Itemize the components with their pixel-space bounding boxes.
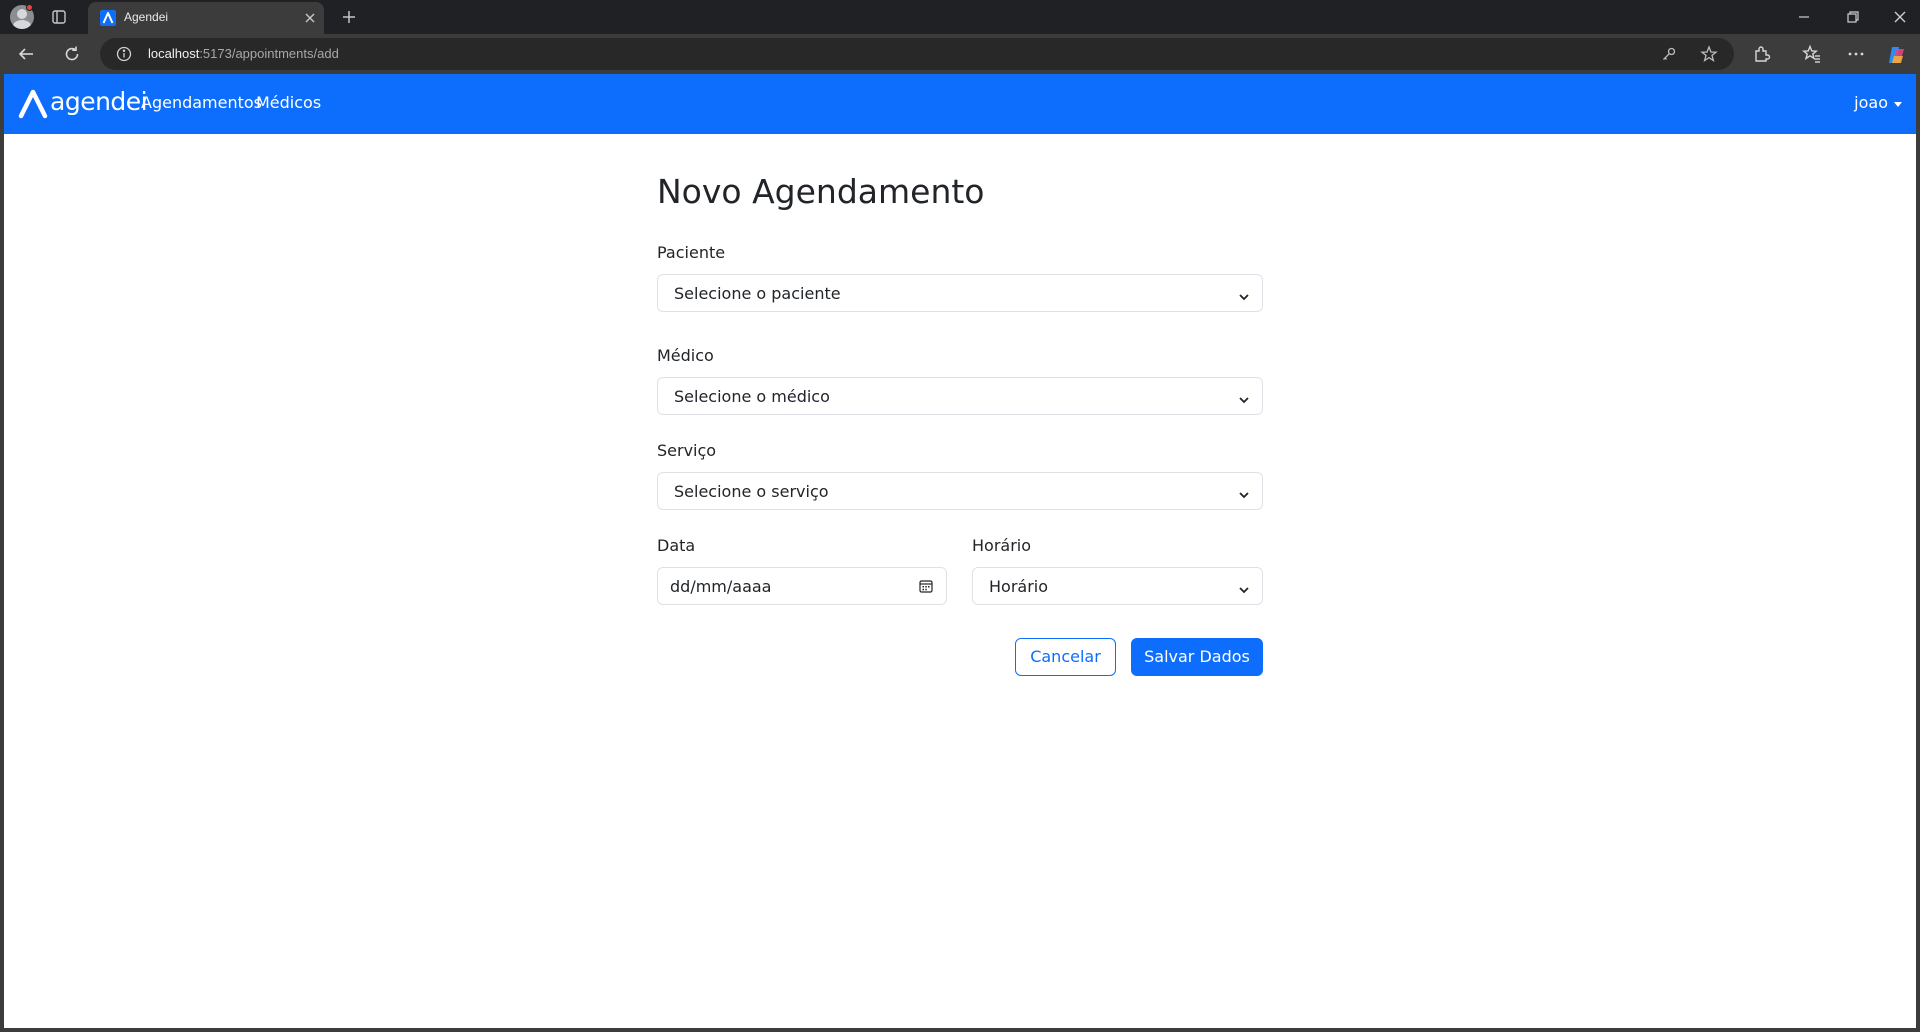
patient-label: Paciente <box>657 243 726 262</box>
chevron-down-icon <box>1238 288 1250 301</box>
site-info-icon[interactable] <box>116 46 132 62</box>
nav-link-medicos[interactable]: Médicos <box>256 93 321 112</box>
service-select[interactable]: Selecione o serviço <box>657 472 1263 510</box>
user-menu-caret-icon[interactable] <box>1894 102 1902 107</box>
doctor-select-value: Selecione o médico <box>674 387 830 406</box>
patient-select-value: Selecione o paciente <box>674 284 841 303</box>
reload-icon[interactable] <box>62 44 82 64</box>
service-select-value: Selecione o serviço <box>674 482 829 501</box>
brand-name[interactable]: agendei <box>50 87 148 116</box>
patient-select[interactable]: Selecione o paciente <box>657 274 1263 312</box>
date-label: Data <box>657 536 696 555</box>
time-select[interactable]: Horário <box>972 567 1263 605</box>
profile-notification-dot <box>26 4 33 11</box>
url-text: localhost:5173/appointments/add <box>148 46 339 61</box>
address-bar[interactable]: localhost:5173/appointments/add <box>100 38 1734 70</box>
chevron-down-icon <box>1238 581 1250 594</box>
doctor-label: Médico <box>657 346 714 365</box>
app-navbar: agendei Agendamentos Médicos joao <box>4 74 1916 134</box>
tab-close-icon[interactable] <box>302 10 318 26</box>
save-button[interactable]: Salvar Dados <box>1131 638 1263 676</box>
calendar-icon[interactable] <box>918 578 934 594</box>
time-select-value: Horário <box>989 577 1049 596</box>
minimize-icon[interactable] <box>1792 6 1816 28</box>
close-window-icon[interactable] <box>1888 6 1912 28</box>
extensions-puzzle-icon[interactable] <box>1752 44 1772 64</box>
new-tab-icon[interactable] <box>340 8 358 26</box>
favorites-list-icon[interactable] <box>1801 44 1822 64</box>
agendei-logo-icon[interactable] <box>18 89 48 119</box>
agendei-favicon-icon <box>100 10 116 26</box>
time-label: Horário <box>972 536 1032 555</box>
date-input[interactable]: dd/mm/aaaa <box>657 567 947 605</box>
doctor-select[interactable]: Selecione o médico <box>657 377 1263 415</box>
favorite-star-icon[interactable] <box>1700 45 1718 63</box>
back-arrow-icon[interactable] <box>16 44 36 64</box>
url-host: localhost <box>148 46 200 61</box>
more-menu-icon[interactable] <box>1846 44 1866 64</box>
service-label: Serviço <box>657 441 717 460</box>
tab-title: Agendei <box>124 10 169 24</box>
chevron-down-icon <box>1238 486 1250 499</box>
password-key-icon[interactable] <box>1660 45 1678 63</box>
page-viewport <box>0 74 1920 1032</box>
chevron-down-icon <box>1238 391 1250 404</box>
page-title: Novo Agendamento <box>657 172 985 211</box>
restore-icon[interactable] <box>1840 6 1864 28</box>
date-input-value: dd/mm/aaaa <box>670 577 772 596</box>
cancel-button[interactable]: Cancelar <box>1015 638 1116 676</box>
browser-toolbar: localhost:5173/appointments/add <box>0 34 1920 74</box>
user-menu[interactable]: joao <box>1854 93 1888 112</box>
tab-actions-icon[interactable] <box>50 8 68 26</box>
browser-tab-bar: Agendei <box>0 0 1920 34</box>
copilot-icon[interactable] <box>1886 44 1906 64</box>
nav-link-agendamentos[interactable]: Agendamentos <box>141 93 262 112</box>
browser-tab[interactable]: Agendei <box>88 2 324 34</box>
url-path: :5173/appointments/add <box>199 46 339 61</box>
